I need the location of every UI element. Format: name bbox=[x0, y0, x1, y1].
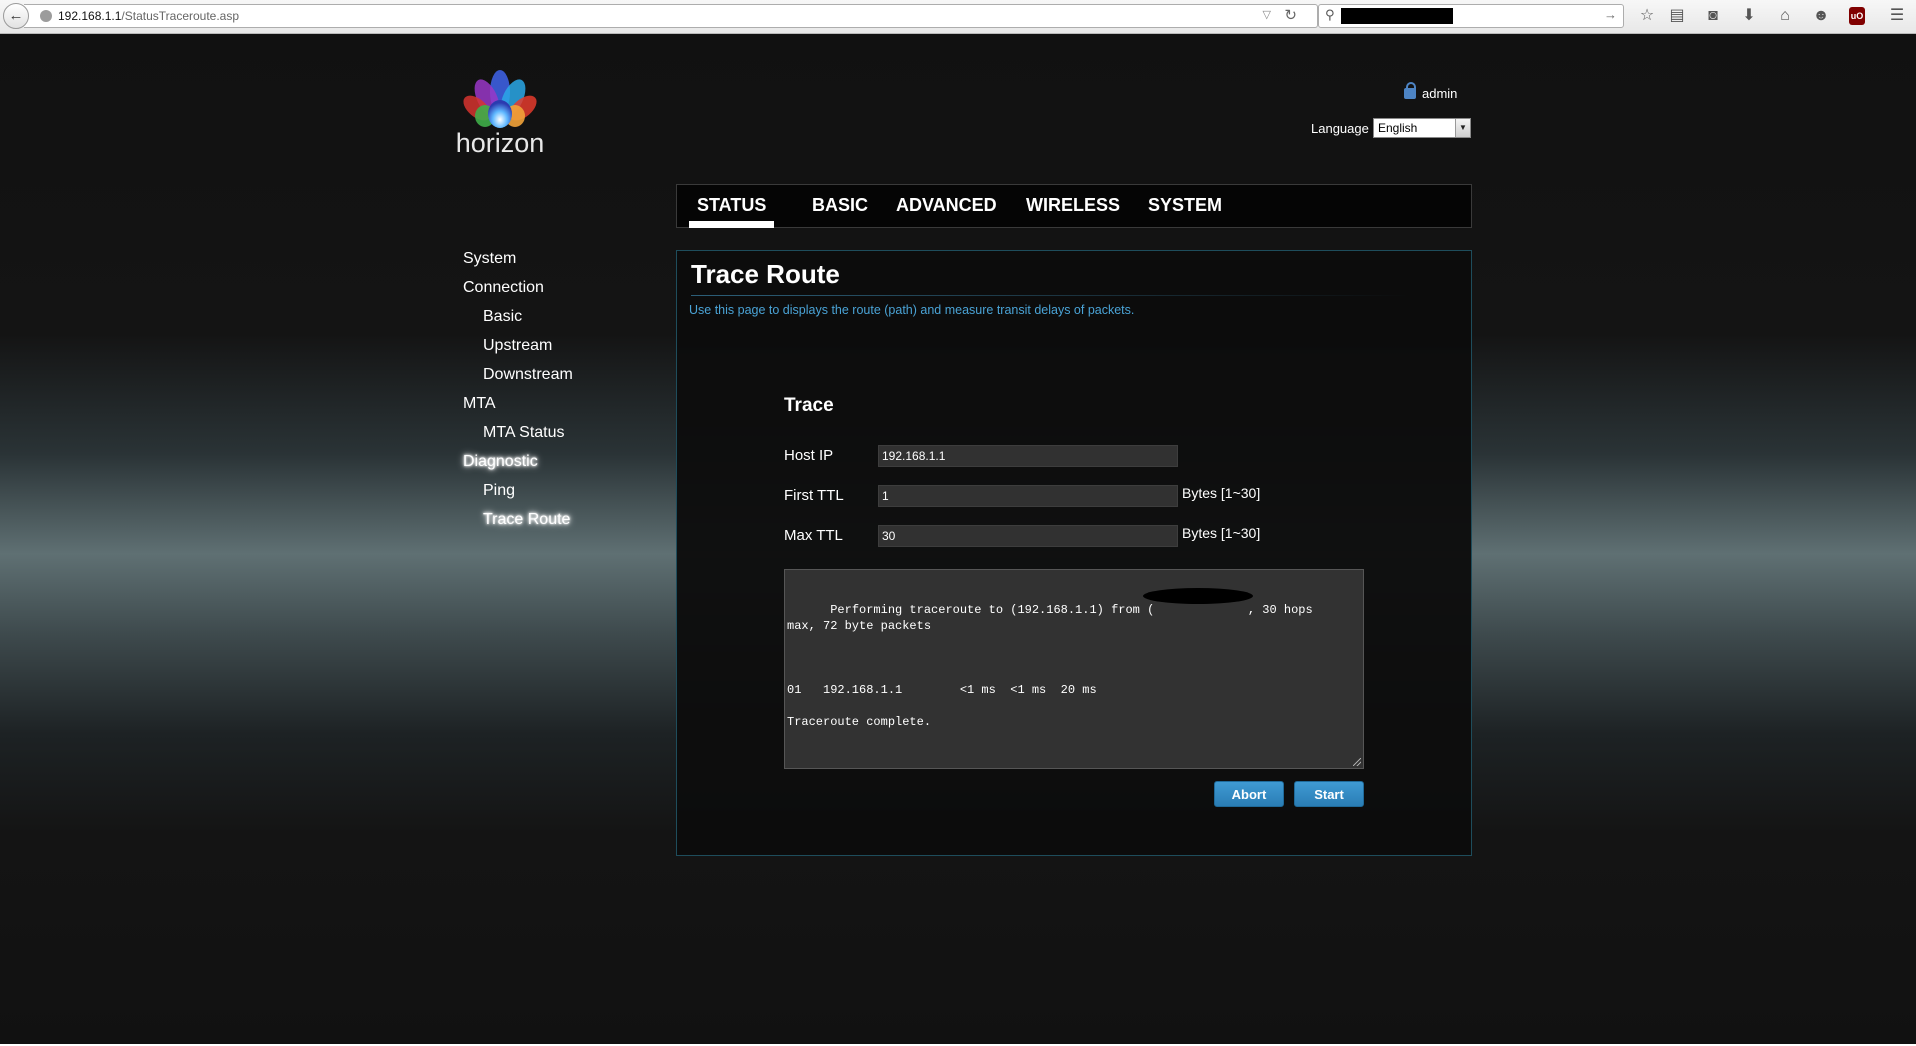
traceroute-output[interactable]: Performing traceroute to (192.168.1.1) f… bbox=[784, 569, 1364, 769]
search-icon: ⚲ bbox=[1325, 7, 1335, 22]
url-dropdown-icon[interactable]: ▽ bbox=[1263, 8, 1271, 21]
content-panel: Trace Route Use this page to displays th… bbox=[676, 250, 1472, 856]
start-button[interactable]: Start bbox=[1294, 781, 1364, 807]
bookmark-star-icon[interactable]: ☆ bbox=[1637, 6, 1657, 26]
section-title: Trace bbox=[784, 395, 834, 416]
tab-status[interactable]: STATUS bbox=[688, 195, 775, 228]
host-ip-label: Host IP bbox=[784, 447, 834, 464]
traceroute-output-text: Performing traceroute to (192.168.1.1) f… bbox=[787, 603, 1313, 729]
ublock-icon[interactable]: uO bbox=[1849, 7, 1865, 25]
chat-icon[interactable]: ☻ bbox=[1811, 6, 1831, 26]
search-redacted-text bbox=[1341, 8, 1453, 24]
tab-advanced[interactable]: ADVANCED bbox=[896, 195, 997, 216]
abort-button[interactable]: Abort bbox=[1214, 781, 1284, 807]
language-value: English bbox=[1378, 121, 1418, 135]
sidebar-item-trace-route[interactable]: Trace Route bbox=[483, 511, 570, 529]
tab-system[interactable]: SYSTEM bbox=[1148, 195, 1222, 216]
site-info-icon[interactable] bbox=[40, 10, 52, 22]
first-ttl-unit: Bytes [1~30] bbox=[1182, 485, 1261, 501]
search-go-icon[interactable]: → bbox=[1604, 7, 1617, 22]
max-ttl-label: Max TTL bbox=[784, 527, 843, 544]
back-arrow-icon[interactable]: ← bbox=[3, 3, 29, 29]
title-divider bbox=[691, 295, 1411, 296]
menu-icon[interactable]: ☰ bbox=[1887, 6, 1907, 26]
url-text: 192.168.1.1/StatusTraceroute.asp bbox=[58, 9, 239, 23]
search-input[interactable]: ⚲ → bbox=[1318, 4, 1624, 28]
sidebar-item-upstream[interactable]: Upstream bbox=[483, 337, 552, 355]
username: admin bbox=[1422, 86, 1458, 101]
reading-list-icon[interactable]: ▤ bbox=[1667, 6, 1687, 26]
redacted-source-ip bbox=[1143, 588, 1253, 604]
chevron-down-icon: ▼ bbox=[1455, 119, 1470, 137]
page-title: Trace Route bbox=[691, 259, 840, 289]
sidebar-item-connection[interactable]: Connection bbox=[463, 279, 544, 297]
max-ttl-unit: Bytes [1~30] bbox=[1182, 525, 1261, 541]
sidebar-item-diagnostic[interactable]: Diagnostic bbox=[463, 453, 538, 471]
tab-basic[interactable]: BASIC bbox=[812, 195, 868, 216]
sidebar-item-ping[interactable]: Ping bbox=[483, 482, 515, 500]
page-description: Use this page to displays the route (pat… bbox=[689, 303, 1135, 317]
home-icon[interactable]: ⌂ bbox=[1775, 6, 1795, 26]
user-info: admin bbox=[1404, 82, 1458, 101]
url-bar[interactable]: 192.168.1.1/StatusTraceroute.asp ▽ ↻ bbox=[24, 4, 1318, 28]
url-path: /StatusTraceroute.asp bbox=[121, 9, 240, 23]
first-ttl-input[interactable] bbox=[878, 485, 1178, 507]
lock-icon bbox=[1404, 82, 1416, 99]
main-nav: STATUS BASIC ADVANCED WIRELESS SYSTEM bbox=[676, 184, 1472, 228]
sidebar-item-basic[interactable]: Basic bbox=[483, 308, 522, 326]
sidebar-item-system[interactable]: System bbox=[463, 250, 516, 268]
host-ip-input[interactable] bbox=[878, 445, 1178, 467]
download-icon[interactable]: ⬇ bbox=[1739, 6, 1759, 26]
url-host: 192.168.1.1 bbox=[58, 9, 122, 23]
first-ttl-label: First TTL bbox=[784, 487, 844, 504]
language-label: Language bbox=[1311, 121, 1369, 136]
browser-toolbar: 192.168.1.1/StatusTraceroute.asp ▽ ↻ ← ⚲… bbox=[0, 0, 1916, 34]
router-page: horizon admin Language English ▼ STATUS … bbox=[0, 34, 1916, 1046]
pocket-icon[interactable]: ◙ bbox=[1703, 6, 1723, 26]
logo-text: horizon bbox=[455, 128, 545, 158]
resize-handle[interactable] bbox=[1353, 758, 1361, 766]
reload-icon[interactable]: ↻ bbox=[1284, 6, 1297, 24]
sidebar-item-mta-status[interactable]: MTA Status bbox=[483, 424, 565, 442]
language-select[interactable]: English ▼ bbox=[1373, 118, 1471, 138]
sidebar-item-mta[interactable]: MTA bbox=[463, 395, 496, 413]
max-ttl-input[interactable] bbox=[878, 525, 1178, 547]
sidebar-item-downstream[interactable]: Downstream bbox=[483, 366, 573, 384]
tab-wireless[interactable]: WIRELESS bbox=[1026, 195, 1120, 216]
